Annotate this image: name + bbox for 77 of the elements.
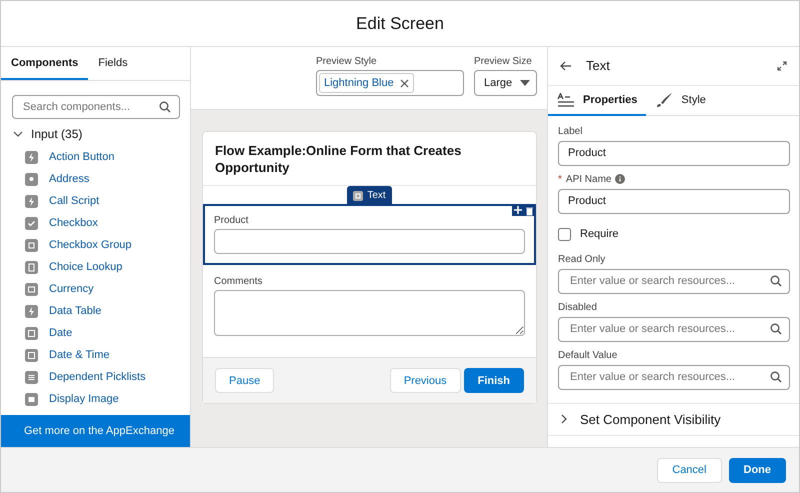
expand-icon[interactable] [777,60,787,71]
required-mark: * [558,174,562,185]
section-toggle[interactable]: Set Component Visibility [548,402,799,436]
image-icon [25,392,38,406]
field-label: Read Only [558,254,606,265]
text-field-icon [353,190,364,200]
footer-button[interactable]: Done [728,458,786,482]
component-link[interactable]: Date & Time [49,349,110,361]
panel-tab[interactable]: Style [646,86,715,116]
panel-tab[interactable]: Fields [88,47,138,80]
appexchange-link[interactable]: Get more on the AppExchange [1,415,190,447]
component-link[interactable]: Currency [49,283,94,295]
footer-button[interactable]: Cancel [657,458,722,482]
field-block[interactable]: Comments [203,265,536,347]
component-link[interactable]: Action Button [49,151,114,163]
api-name-field[interactable]: Product [558,188,790,214]
close-icon[interactable] [400,78,409,88]
component-link[interactable]: Choice Lookup [49,261,122,273]
field-label: Preview Style [316,56,378,67]
document-icon [25,260,38,274]
size-select[interactable]: Large [474,70,537,96]
lightning-icon [25,194,38,208]
component-link[interactable]: Date [49,327,72,339]
screen-button[interactable]: Finish [464,368,524,393]
field-block[interactable]: Product [203,204,536,265]
caret-icon [520,80,530,86]
move-delete-icon[interactable] [512,204,536,216]
label-field[interactable]: Product [558,140,790,166]
component-link[interactable]: Call Script [49,195,100,207]
chevron-icon [13,129,23,139]
component-link[interactable]: Checkbox Group [49,239,132,251]
component-link[interactable]: Dependent Picklists [49,371,146,383]
field-label: Product [214,215,250,226]
list-icon [25,370,38,384]
style-pill[interactable]: Lightning Blue [319,73,414,93]
currency-icon [25,282,38,296]
resource-field[interactable]: Enter value or search resources... [558,364,790,390]
input-field[interactable] [214,229,525,254]
search-field[interactable]: Search components... [12,95,180,119]
field-label: Default Value [558,350,618,361]
search-icon [159,101,171,113]
panel-tab[interactable]: Properties [548,86,646,116]
component-link[interactable]: Checkbox [49,217,98,229]
resource-field[interactable]: Enter value or search resources... [558,316,790,342]
field-label: Disabled [558,302,598,313]
field-label: Preview Size [474,56,533,67]
field-label: API Name [566,174,612,185]
paintbrush-icon [655,92,674,108]
chevron-icon [560,414,568,424]
search-icon [770,323,782,336]
checkbox-icon [25,216,38,230]
component-link[interactable]: Display Image [49,393,119,405]
screen-button[interactable]: Previous [390,368,461,393]
lightning-icon [25,150,38,164]
field-label: Label [558,126,584,137]
style-field[interactable]: Lightning Blue [316,70,464,96]
component-link[interactable]: Data Table [49,305,102,317]
checkbox-label: Require [580,228,619,240]
lightning-icon [25,304,38,318]
panel-title: Text [586,58,611,74]
screen-button[interactable]: Pause [215,368,274,393]
info-icon [615,174,626,184]
group-toggle[interactable]: Input (35) [1,125,190,143]
resource-field[interactable]: Enter value or search resources... [558,268,790,294]
component-link[interactable]: Address [49,173,90,185]
search-icon [770,371,782,384]
checkbox[interactable] [558,228,571,241]
component-tag: Text [347,186,392,205]
search-icon [770,275,782,288]
back-arrow-icon[interactable] [560,60,572,71]
calendar-icon [25,326,38,340]
calendar-icon [25,348,38,362]
location-pin-icon [25,172,38,186]
text-lines-icon [557,92,575,107]
field-label: Comments [214,276,264,287]
panel-tab[interactable]: Components [1,47,88,80]
checkbox-group-icon [25,238,38,252]
